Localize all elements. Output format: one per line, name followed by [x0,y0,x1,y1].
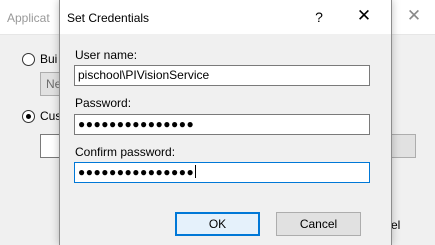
set-credentials-dialog: Set Credentials ? ✕ User name: pischool\… [59,0,392,245]
confirm-password-value: ●●●●●●●●●●●●●●● [78,165,195,179]
user-name-field[interactable]: pischool\PIVisionService [74,65,370,86]
close-icon[interactable]: ✕ [353,6,375,26]
password-value: ●●●●●●●●●●●●●●● [78,117,195,131]
background-right-button[interactable] [388,134,416,158]
background-window-title: Applicat [7,11,50,25]
password-label: Password: [75,96,132,110]
ok-button[interactable]: OK [175,212,260,236]
background-cancel-partial-label: el [391,218,401,232]
user-name-value: pischool\PIVisionService [78,68,210,82]
dialog-title: Set Credentials [67,11,150,25]
background-radio-builtin[interactable] [22,53,35,66]
dialog-titlebar: Set Credentials ? ✕ [60,0,391,34]
cancel-button[interactable]: Cancel [276,212,361,236]
background-close-icon[interactable]: ✕ [404,6,424,26]
user-name-label: User name: [75,48,138,62]
help-icon[interactable]: ? [309,7,329,27]
confirm-password-label: Confirm password: [75,145,176,159]
background-radio-custom[interactable] [22,110,35,123]
background-radio-builtin-label: Bui [40,52,58,66]
password-field[interactable]: ●●●●●●●●●●●●●●● [74,114,370,135]
text-caret [195,165,197,178]
confirm-password-field[interactable]: ●●●●●●●●●●●●●●● [74,162,370,183]
